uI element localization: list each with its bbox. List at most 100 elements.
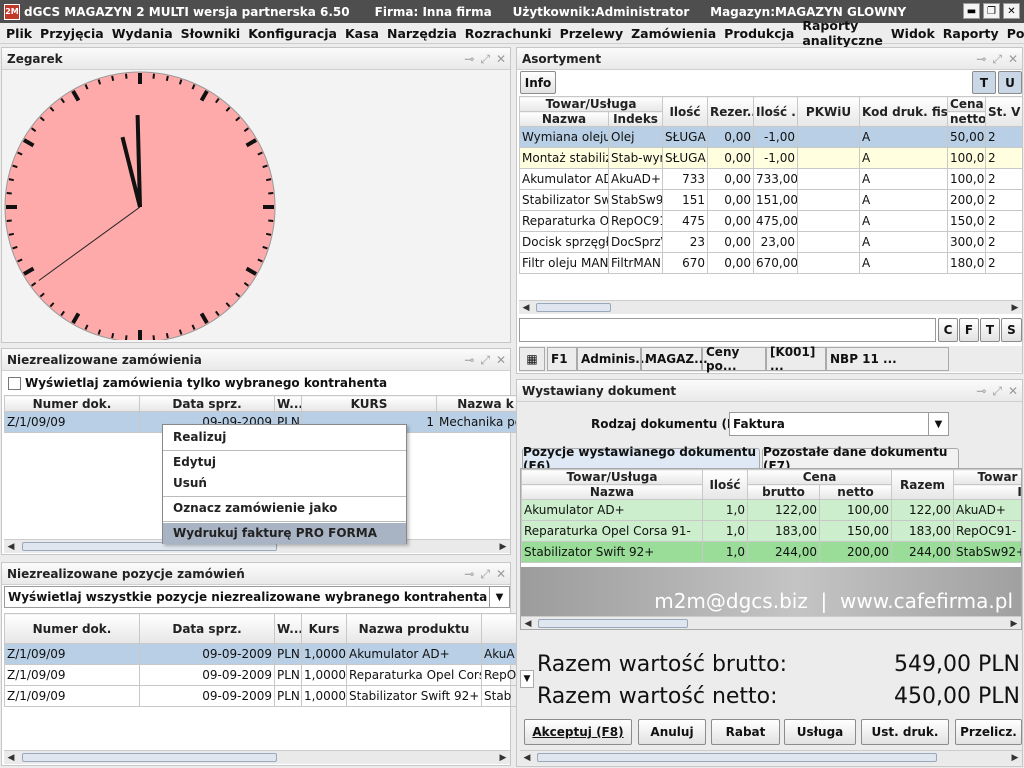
collapse-totals-icon[interactable]: ▼ bbox=[520, 670, 534, 688]
menu-widok[interactable]: Widok bbox=[891, 26, 935, 41]
accept-button[interactable]: Akceptuj (F8) bbox=[524, 719, 632, 745]
pin-icon[interactable]: ⊸ bbox=[976, 384, 986, 399]
discount-button[interactable]: Rabat bbox=[711, 719, 780, 745]
table-row[interactable]: Akumulator AD+AkuAD+7330,00733,00A100,00… bbox=[519, 168, 1022, 190]
table-row[interactable]: Wymiana oleju Olej SŁUGA 0,00 -1,00 A 50,00 2 bbox=[519, 126, 1022, 148]
document-panel-hscroll[interactable]: ◀ ▶ bbox=[520, 750, 1022, 764]
cancel-button[interactable]: Anuluj bbox=[638, 719, 706, 745]
col-stawka-vat[interactable]: St. V bbox=[985, 96, 1022, 127]
col-data-sprz[interactable]: Data sprz. bbox=[139, 395, 275, 412]
chevron-down-icon[interactable]: ▼ bbox=[928, 413, 948, 435]
scroll-right-icon[interactable]: ▶ bbox=[1008, 301, 1022, 314]
table-row[interactable]: Reparaturka Opel Corsa 91- 1,0 183,00 150,0… bbox=[521, 520, 1021, 542]
scroll-left-icon[interactable]: ◀ bbox=[521, 617, 535, 629]
minimize-icon[interactable]: ▬ bbox=[963, 3, 980, 19]
pin-icon[interactable]: ⊸ bbox=[464, 52, 474, 67]
t-button[interactable]: T bbox=[972, 71, 996, 94]
close-panel-icon[interactable]: ✕ bbox=[496, 52, 506, 67]
calculator-icon[interactable]: ▦ bbox=[519, 347, 545, 371]
col-ilosc[interactable]: Ilość bbox=[662, 96, 709, 127]
menu-konfiguracja[interactable]: Konfiguracja bbox=[248, 26, 337, 41]
assortment-search-input[interactable] bbox=[519, 318, 936, 342]
u-button[interactable]: U bbox=[998, 71, 1022, 94]
search-s-button[interactable]: S bbox=[1001, 318, 1022, 342]
col-numer-dok[interactable]: Numer dok. bbox=[4, 395, 140, 412]
recalculate-button[interactable]: Przelicz. bbox=[955, 719, 1022, 745]
pin-icon[interactable]: ⊸ bbox=[464, 353, 474, 368]
pin-icon[interactable]: ⊸ bbox=[976, 52, 986, 67]
close-icon[interactable]: ✕ bbox=[1003, 3, 1020, 19]
menu-raporty[interactable]: Raporty bbox=[943, 26, 999, 41]
table-row[interactable]: Stabilizator SwifStabSw921510,00151,00A2… bbox=[519, 189, 1022, 211]
menu-zamowienia[interactable]: Zamówienia bbox=[631, 26, 716, 41]
col-data-sprz[interactable]: Data sprz. bbox=[139, 613, 275, 644]
col-cena-netto[interactable]: netto bbox=[947, 111, 987, 127]
col-brutto[interactable]: brutto bbox=[747, 484, 820, 500]
search-f-button[interactable]: F bbox=[959, 318, 979, 342]
menu-przyjecia[interactable]: Przyjęcia bbox=[40, 26, 104, 41]
col-nazwa[interactable]: Nazwa bbox=[521, 484, 703, 500]
maximize-icon[interactable]: ⤢ bbox=[480, 52, 490, 67]
table-row[interactable]: Stabilizator Swift 92+ 1,0 244,00 200,00 244… bbox=[521, 541, 1021, 563]
col-pkwiu[interactable]: PKWiU bbox=[797, 96, 861, 127]
col-nazwa[interactable]: Nazwa bbox=[519, 111, 609, 127]
order-items-hscroll[interactable]: ◀ ▶ bbox=[4, 750, 510, 764]
tab-positions[interactable]: Pozycje wystawianego dokumentu (F6) bbox=[522, 445, 760, 473]
col-ilosc-dost[interactable]: Ilość ... bbox=[753, 96, 799, 127]
col-ilosc[interactable]: Ilość bbox=[702, 469, 748, 500]
table-row[interactable]: Montaż stabilizaStab-wymSŁUGA0,00-1,00A1… bbox=[519, 147, 1022, 169]
col-kod-druk[interactable]: Kod druk. fisk. bbox=[859, 96, 949, 127]
table-row[interactable]: Z/1/09/09 09-09-2009 PLN 1,0000 Akumulator A… bbox=[4, 643, 535, 665]
scroll-right-icon[interactable]: ▶ bbox=[496, 751, 510, 764]
scroll-left-icon[interactable]: ◀ bbox=[520, 751, 534, 764]
ctx-oznacz-zrealizowane[interactable]: Oznacz zamówienie jako zrealizowane bbox=[163, 498, 406, 536]
col-cena-top[interactable]: Cena bbox=[947, 96, 987, 112]
status-warehouse[interactable]: MAGAZ... bbox=[641, 347, 708, 371]
scroll-left-icon[interactable]: ◀ bbox=[4, 751, 18, 764]
close-panel-icon[interactable]: ✕ bbox=[496, 567, 506, 582]
scroll-right-icon[interactable]: ▶ bbox=[1008, 751, 1022, 764]
col-towar[interactable]: Towar bbox=[953, 469, 1021, 485]
assortment-hscroll[interactable]: ◀ ▶ bbox=[519, 300, 1022, 314]
maximize-icon[interactable]: ⤢ bbox=[992, 52, 1002, 67]
col-netto[interactable]: netto bbox=[819, 484, 892, 500]
col-rezerwacje[interactable]: Rezer... bbox=[707, 96, 755, 127]
menu-wydania[interactable]: Wydania bbox=[112, 26, 173, 41]
table-row[interactable]: Docisk sprzęgłaDocSprzV230,0023,00A300,0… bbox=[519, 231, 1022, 253]
ctx-realizuj[interactable]: Realizuj bbox=[163, 427, 406, 448]
col-waluta[interactable]: W... bbox=[274, 613, 302, 644]
menu-plik[interactable]: Plik bbox=[6, 26, 32, 41]
table-row[interactable]: Akumulator AD+ 1,0 122,00 100,00 122,00 AkuAD… bbox=[521, 499, 1021, 521]
order-items-filter-select[interactable]: Wyświetlaj wszystkie pozycje niezrealizo… bbox=[4, 586, 510, 608]
status-client[interactable]: [K001] ... bbox=[766, 345, 826, 373]
col-numer-dok[interactable]: Numer dok. bbox=[4, 613, 140, 644]
status-nbp[interactable]: NBP 11 ... bbox=[826, 347, 949, 371]
maximize-icon[interactable]: ⤢ bbox=[480, 567, 490, 582]
col-kurs[interactable]: Kurs bbox=[301, 613, 347, 644]
table-row[interactable]: Reparaturka Op RepOC91 475 0,00 475,00 A 150,0… bbox=[519, 210, 1022, 232]
search-t-button[interactable]: T bbox=[980, 318, 1000, 342]
table-row[interactable]: Filtr oleju MANNFiltrMANN6700,00670,00A1… bbox=[519, 252, 1022, 274]
table-row[interactable]: Z/1/09/09 09-09-2009 PLN 1,0000 Stabilizator… bbox=[4, 685, 535, 707]
info-button[interactable]: Info bbox=[520, 71, 556, 94]
close-panel-icon[interactable]: ✕ bbox=[1008, 384, 1018, 399]
scroll-right-icon[interactable]: ▶ bbox=[496, 540, 510, 553]
menu-slowniki[interactable]: Słowniki bbox=[181, 26, 241, 41]
close-panel-icon[interactable]: ✕ bbox=[496, 353, 506, 368]
col-nazwa-produktu[interactable]: Nazwa produktu bbox=[346, 613, 482, 644]
col-indeks[interactable]: Ind bbox=[953, 484, 1021, 500]
only-client-checkbox[interactable] bbox=[8, 376, 21, 390]
search-c-button[interactable]: C bbox=[938, 318, 958, 342]
menu-rozrachunki[interactable]: Rozrachunki bbox=[465, 26, 552, 41]
doc-type-select[interactable]: Faktura ▼ bbox=[729, 412, 949, 436]
scroll-left-icon[interactable]: ◀ bbox=[519, 301, 533, 314]
col-waluta[interactable]: W... bbox=[274, 395, 302, 412]
chevron-down-icon[interactable]: ▼ bbox=[489, 587, 509, 607]
pin-icon[interactable]: ⊸ bbox=[464, 567, 474, 582]
maximize-icon[interactable]: ⤢ bbox=[480, 353, 490, 368]
ctx-edytuj[interactable]: Edytuj bbox=[163, 452, 406, 473]
scroll-left-icon[interactable]: ◀ bbox=[4, 540, 18, 553]
print-settings-button[interactable]: Ust. druk. bbox=[861, 719, 949, 745]
menu-przelewy[interactable]: Przelewy bbox=[560, 26, 624, 41]
service-button[interactable]: Usługa bbox=[784, 719, 856, 745]
